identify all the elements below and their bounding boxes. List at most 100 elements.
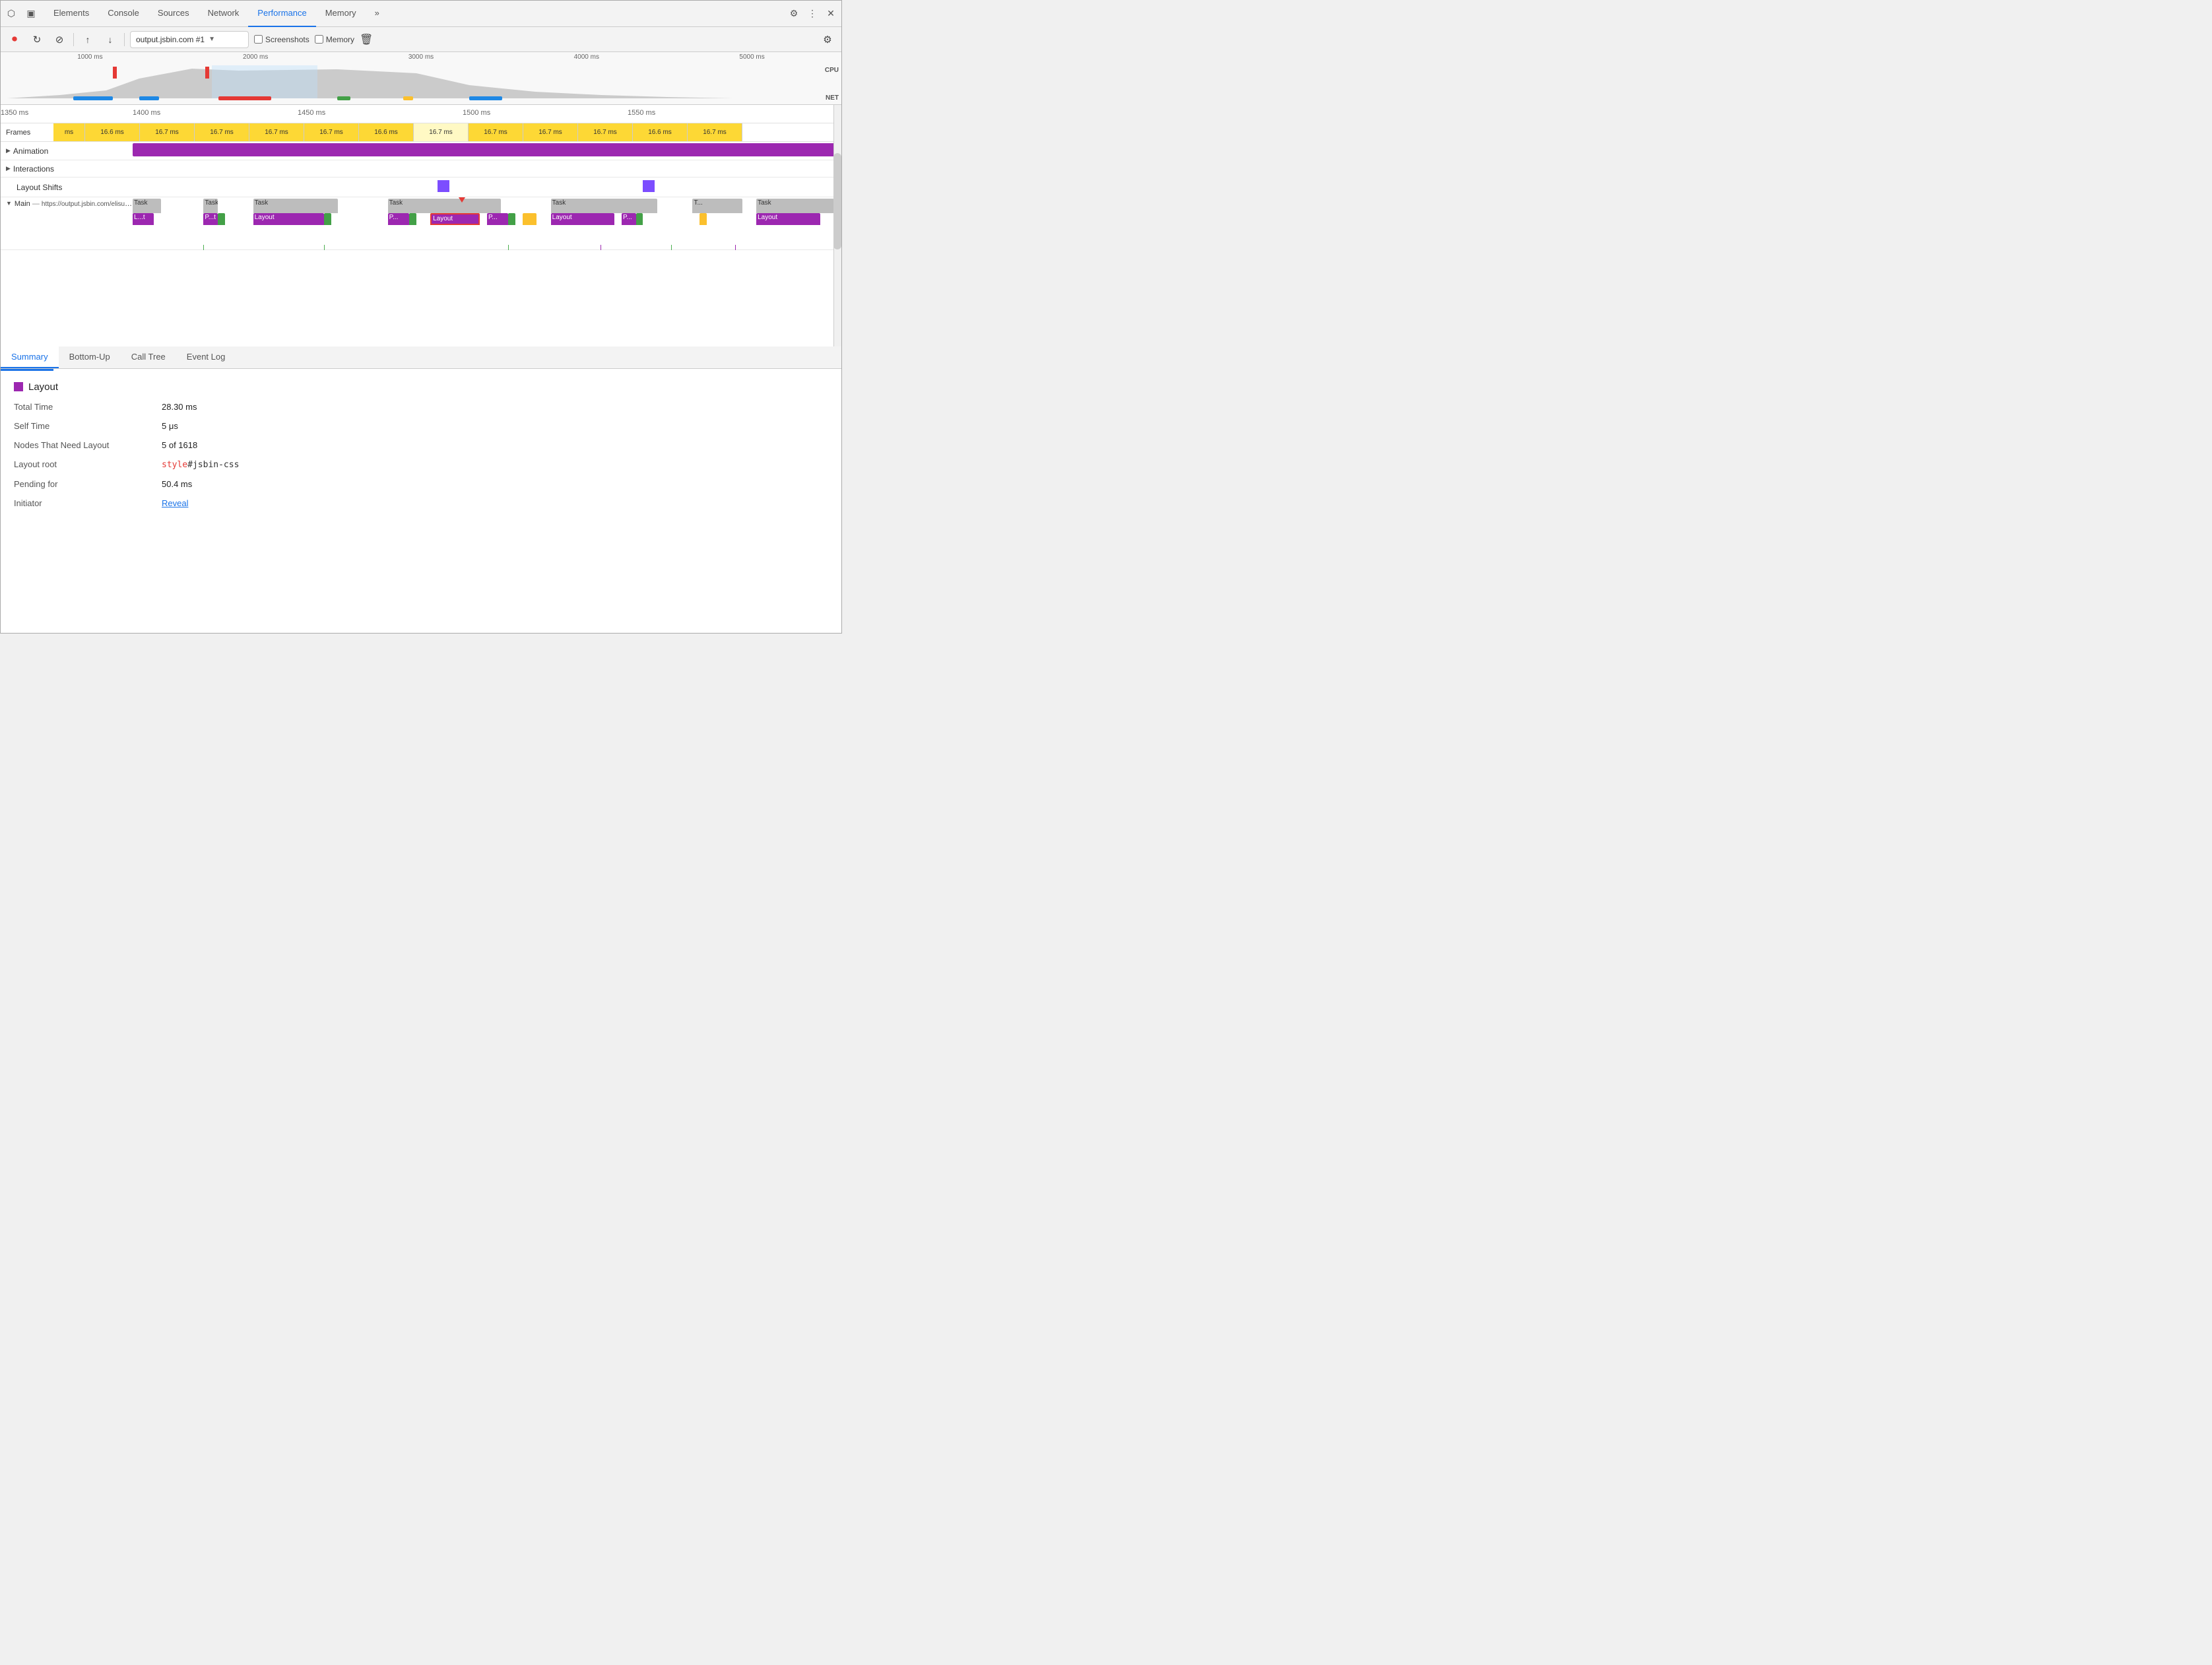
frame-cell-1[interactable]: 16.6 ms	[85, 123, 140, 141]
tab-performance[interactable]: Performance	[248, 1, 315, 27]
initiator-reveal-link[interactable]: Reveal	[162, 498, 188, 508]
capture-settings-icon[interactable]: ⚙	[819, 31, 836, 48]
tab-event-log[interactable]: Event Log	[176, 346, 236, 368]
record-button[interactable]: ⏺	[6, 31, 23, 48]
screenshots-label[interactable]: Screenshots	[265, 35, 309, 44]
task-gray-5[interactable]: Task	[551, 199, 657, 213]
memory-label[interactable]: Memory	[326, 35, 354, 44]
task-gray-7[interactable]: Task	[756, 199, 834, 213]
task-yellow-1[interactable]	[523, 213, 537, 225]
frame-cell-9[interactable]: 16.7 ms	[523, 123, 578, 141]
frame-cell-0[interactable]: ms	[53, 123, 85, 141]
animation-expand-icon[interactable]: ▶	[6, 147, 11, 154]
summary-row-layout-root: Layout root style#jsbin-css	[14, 459, 828, 470]
task-purple-pt[interactable]: P...t	[203, 213, 217, 225]
frame-cell-6[interactable]: 16.6 ms	[359, 123, 414, 141]
tab-more[interactable]: »	[366, 1, 389, 27]
url-selector[interactable]: output.jsbin.com #1 ▼	[130, 31, 249, 48]
animation-track-label[interactable]: ▶ Animation	[1, 142, 133, 160]
frame-cell-3[interactable]: 16.7 ms	[195, 123, 249, 141]
animation-bar[interactable]	[133, 143, 841, 156]
inspect-icon[interactable]: ▣	[23, 6, 39, 22]
screenshots-checkbox[interactable]	[254, 35, 263, 44]
overview-area[interactable]: 1000 ms 2000 ms 3000 ms 4000 ms 5000 ms …	[1, 52, 841, 105]
main-thread-expand-icon[interactable]: ▼	[6, 200, 12, 207]
frame-cell-5[interactable]: 16.7 ms	[304, 123, 359, 141]
layout-shift-1[interactable]	[438, 180, 449, 192]
tab-console[interactable]: Console	[98, 1, 148, 27]
task-purple-p1[interactable]: P...	[388, 213, 409, 225]
task-purple-lt[interactable]: L...t	[133, 213, 154, 225]
screenshots-checkbox-group: Screenshots	[254, 35, 309, 44]
frame-cell-10[interactable]: 16.7 ms	[578, 123, 633, 141]
task-gray-1[interactable]: Task	[133, 199, 161, 213]
tab-call-tree[interactable]: Call Tree	[121, 346, 176, 368]
clear-button[interactable]: 🗑	[360, 33, 373, 46]
frame-cell-11[interactable]: 16.6 ms	[633, 123, 688, 141]
time-label-4000: 4000 ms	[504, 53, 669, 61]
interactions-track-label[interactable]: ▶ Interactions	[1, 160, 133, 177]
interactions-track-content	[133, 160, 841, 177]
tab-network[interactable]: Network	[199, 1, 249, 27]
timeline-panel: 1350 ms 1400 ms 1450 ms 1500 ms 1550 ms …	[1, 105, 841, 346]
task-gray-2[interactable]: Task	[203, 199, 217, 213]
stop-button[interactable]: ⊘	[51, 31, 68, 48]
dropdown-arrow-icon: ▼	[209, 36, 215, 43]
task-green-3[interactable]	[409, 213, 416, 225]
download-button[interactable]: ↓	[102, 31, 119, 48]
main-thread-url: Main — https://output.jsbin.com/elisum/9…	[15, 200, 133, 208]
layout-root-label: Layout root	[14, 459, 146, 470]
cursor-icon[interactable]: ⬡	[3, 6, 19, 22]
more-options-icon[interactable]: ⋮	[804, 6, 820, 22]
task-gray-6[interactable]: T...	[692, 199, 742, 213]
time-label-3000: 3000 ms	[339, 53, 504, 61]
tab-sources[interactable]: Sources	[148, 1, 199, 27]
frame-cell-2[interactable]: 16.7 ms	[140, 123, 195, 141]
task-selected-layout[interactable]: Layout	[430, 213, 480, 225]
scrollbar-thumb[interactable]	[833, 153, 841, 249]
timeline-ruler: 1350 ms 1400 ms 1450 ms 1500 ms 1550 ms	[1, 105, 841, 123]
tab-bar-icons: ⬡ ▣	[3, 6, 39, 22]
task-green-2[interactable]	[324, 213, 331, 225]
ruler-1450: 1450 ms	[298, 109, 325, 117]
memory-checkbox[interactable]	[315, 35, 323, 44]
separator-2	[124, 33, 125, 46]
task-green-1[interactable]	[218, 213, 225, 225]
self-time-label: Self Time	[14, 421, 146, 431]
layout-shifts-track: Layout Shifts	[1, 178, 841, 197]
task-gray-4[interactable]: Task	[388, 199, 502, 213]
tab-memory[interactable]: Memory	[316, 1, 366, 27]
frames-content: ms 16.6 ms 16.7 ms 16.7 ms 16.7 ms 16.7 …	[53, 123, 841, 141]
layout-shifts-content	[133, 178, 841, 197]
tab-summary[interactable]: Summary	[1, 346, 59, 368]
summary-row-initiator: Initiator Reveal	[14, 498, 828, 508]
task-layout-3[interactable]: Layout	[756, 213, 820, 225]
settings-icon[interactable]: ⚙	[786, 6, 802, 22]
pending-label: Pending for	[14, 479, 146, 489]
devtools-window: ⬡ ▣ Elements Console Sources Network Per…	[0, 0, 842, 634]
task-green-5[interactable]	[636, 213, 643, 225]
task-p2[interactable]: P...	[487, 213, 508, 225]
frame-cell-8[interactable]: 16.7 ms	[469, 123, 523, 141]
task-gray-3[interactable]: Task	[253, 199, 339, 213]
bottom-tabs: Summary Bottom-Up Call Tree Event Log	[1, 346, 841, 369]
reload-button[interactable]: ↻	[28, 31, 46, 48]
task-yellow-stripe[interactable]	[699, 213, 707, 225]
task-layout-2[interactable]: Layout	[551, 213, 615, 225]
layout-shift-2[interactable]	[643, 180, 655, 192]
frame-cell-12[interactable]: 16.7 ms	[688, 123, 742, 141]
interactions-expand-icon[interactable]: ▶	[6, 165, 11, 172]
tab-bottom-up[interactable]: Bottom-Up	[59, 346, 121, 368]
red-triangle-marker	[459, 197, 465, 203]
tab-elements[interactable]: Elements	[44, 1, 98, 27]
task-green-4[interactable]	[508, 213, 515, 225]
total-time-value: 28.30 ms	[162, 402, 197, 412]
task-purple-layout1[interactable]: Layout	[253, 213, 324, 225]
pending-value: 50.4 ms	[162, 479, 192, 489]
tick-line-6	[735, 245, 736, 250]
frame-cell-7[interactable]: 16.7 ms	[414, 123, 469, 141]
upload-button[interactable]: ↑	[79, 31, 96, 48]
close-icon[interactable]: ✕	[823, 6, 839, 22]
frame-cell-4[interactable]: 16.7 ms	[249, 123, 304, 141]
task-p3[interactable]: P...	[622, 213, 635, 225]
